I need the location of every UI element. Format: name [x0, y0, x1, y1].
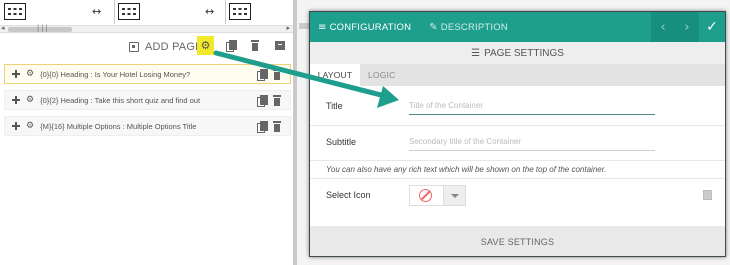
chevron-right-icon: ›: [684, 19, 690, 35]
icon-label: Select Icon: [326, 190, 371, 200]
tab-description[interactable]: ✎ DESCRIPTION: [429, 22, 508, 33]
menu-icon: ≡: [318, 21, 327, 33]
rich-text-hint: You can also have any rich text which wi…: [326, 165, 607, 174]
page-element-row[interactable]: ⚙ {0}{2} Heading : Take this short quiz a…: [4, 90, 291, 110]
gear-icon[interactable]: ⚙: [26, 95, 34, 105]
prev-button[interactable]: ‹: [651, 12, 675, 42]
no-icon-icon: [419, 189, 432, 202]
scroll-left-icon[interactable]: ◂: [1, 24, 5, 32]
horizontal-scrollbar[interactable]: ◂ ||| ▸: [0, 24, 293, 33]
tab-layout[interactable]: LAYOUT: [310, 64, 360, 86]
confirm-button[interactable]: ✓: [699, 12, 725, 42]
save-template-icon[interactable]: [275, 40, 285, 51]
copy-icon[interactable]: [257, 95, 268, 107]
page-element-label: {0}{0} Heading : Is Your Hotel Losing Mo…: [40, 69, 191, 79]
page-element-row[interactable]: ⚙ {0}{0} Heading : Is Your Hotel Losing M…: [4, 64, 291, 84]
layout-thumbnail-strip: ↔ ↔: [0, 0, 293, 26]
page-toolbar: ADD PAGE ⚙: [0, 36, 293, 58]
header-actions: ‹ › ✓: [651, 12, 725, 42]
page-element-label: {0}{2} Heading : Take this short quiz an…: [40, 95, 201, 105]
tab-logic[interactable]: LOGIC: [368, 64, 395, 86]
tab-label: DESCRIPTION: [440, 21, 508, 33]
chevron-down-icon[interactable]: [443, 186, 465, 205]
trash-icon[interactable]: [272, 121, 282, 132]
next-button[interactable]: ›: [675, 12, 699, 42]
copy-icon[interactable]: [257, 69, 268, 81]
page-element-row[interactable]: ⚙ {M}{16} Multiple Options : Multiple Opt…: [4, 116, 291, 136]
copy-icon[interactable]: [257, 121, 268, 133]
layout-thumbnail[interactable]: [229, 3, 251, 20]
add-page-icon: [129, 42, 139, 52]
gear-icon: ⚙: [200, 39, 211, 52]
icon-select[interactable]: [409, 185, 466, 206]
move-icon[interactable]: [12, 96, 20, 104]
check-icon: ✓: [706, 19, 718, 35]
add-page-label: ADD PAGE: [145, 41, 203, 53]
layout-thumbnail[interactable]: [4, 3, 26, 20]
tab-configuration[interactable]: ≡ CONFIGURATION: [318, 22, 411, 33]
save-settings-button[interactable]: SAVE SETTINGS: [310, 226, 725, 256]
list-icon: ☰: [471, 47, 481, 59]
page-settings-button[interactable]: ⚙: [197, 36, 214, 55]
title-input[interactable]: Title of the Container: [409, 101, 655, 115]
modal-header: ≡ CONFIGURATION ✎ DESCRIPTION ‹ › ✓: [310, 12, 725, 42]
pen-icon: ✎: [429, 21, 438, 33]
settings-subtabs: LAYOUT LOGIC: [310, 64, 725, 86]
subtitle-label: Subtitle: [326, 137, 357, 147]
swap-arrow-icon: ↔: [92, 5, 102, 18]
tab-label: CONFIGURATION: [329, 21, 412, 33]
page-builder-panel: ↔ ↔ ◂ ||| ▸ ADD PAGE ⚙ ⚙ {0}{0} Heading :…: [0, 0, 293, 265]
add-page-button[interactable]: ADD PAGE: [129, 41, 203, 53]
section-title-bar: ☰ PAGE SETTINGS: [310, 42, 725, 64]
move-icon[interactable]: [12, 70, 20, 78]
swap-arrow-icon: ↔: [205, 5, 215, 18]
trash-icon[interactable]: [272, 69, 282, 80]
section-title: PAGE SETTINGS: [484, 47, 564, 59]
page-element-label: {M}{16} Multiple Options : Multiple Opti…: [40, 121, 197, 131]
layout-thumbnail[interactable]: [118, 3, 140, 20]
scroll-right-icon[interactable]: ▸: [286, 24, 290, 32]
trash-icon[interactable]: [250, 40, 260, 51]
trash-icon[interactable]: [272, 95, 282, 106]
page-settings-modal: ≡ CONFIGURATION ✎ DESCRIPTION ‹ › ✓ ☰ PA…: [309, 11, 726, 257]
title-label: Title: [326, 101, 343, 111]
gear-icon[interactable]: ⚙: [26, 69, 34, 79]
subtitle-input[interactable]: Secondary title of the Container: [409, 137, 655, 151]
move-icon[interactable]: [12, 122, 20, 130]
clear-icon[interactable]: [703, 190, 712, 200]
chevron-left-icon: ‹: [660, 19, 666, 35]
gear-icon[interactable]: ⚙: [26, 121, 34, 131]
copy-icon[interactable]: [226, 40, 237, 52]
